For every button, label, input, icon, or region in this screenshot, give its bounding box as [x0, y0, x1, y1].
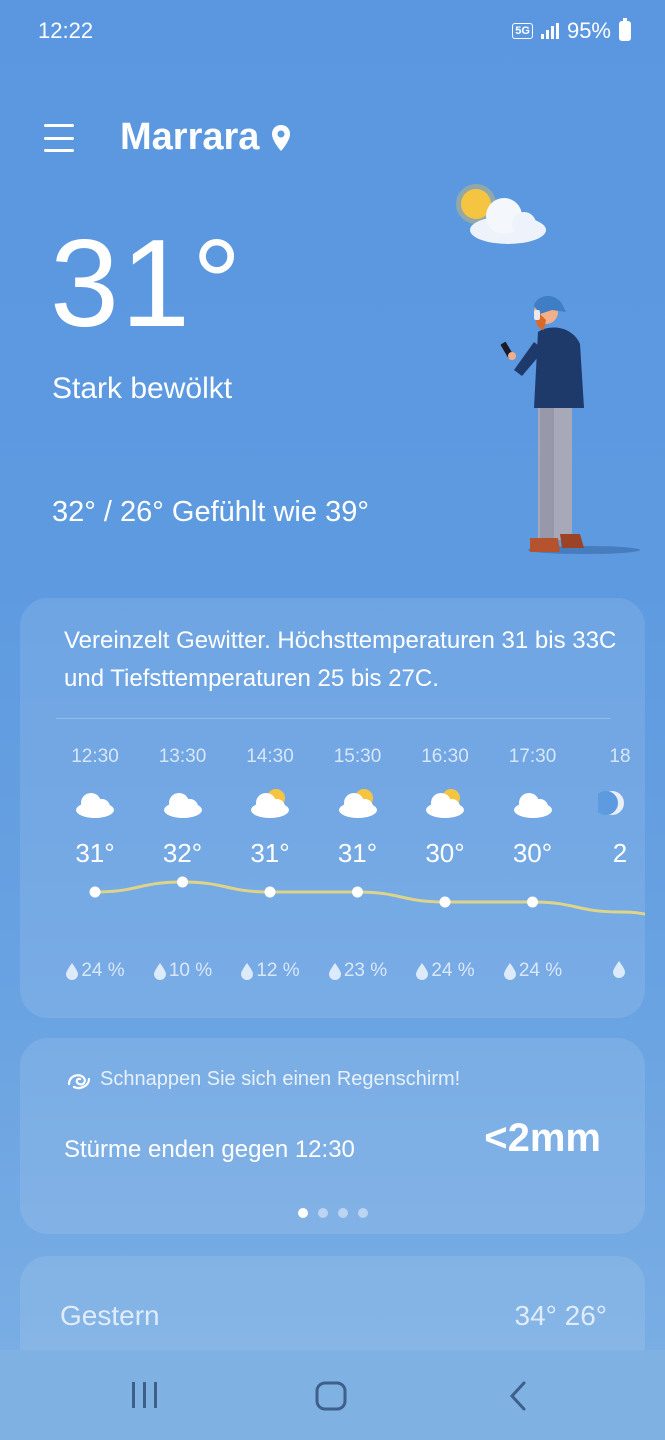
hour-rain-chance: 12 % [225, 960, 315, 982]
hour-rain-chance [575, 960, 645, 978]
high-low-feels-like: 32° / 26° Gefühlt wie 39° [52, 496, 369, 528]
recent-apps-button[interactable] [128, 1380, 162, 1410]
hour-rain-chance: 24 % [50, 960, 140, 982]
menu-line [44, 124, 74, 127]
temperature-point [264, 886, 276, 898]
rain-percent: 10 % [168, 960, 213, 981]
menu-button[interactable] [44, 124, 74, 152]
navigation-bar [0, 1350, 665, 1440]
status-icons: 5G 95% [512, 18, 631, 44]
umbrella-note-text: Schnappen Sie sich einen Regenschirm! [100, 1068, 461, 1090]
umbrella-note: Schnappen Sie sich einen Regenschirm! [66, 1068, 460, 1091]
rain-card[interactable]: Schnappen Sie sich einen Regenschirm! St… [20, 1038, 645, 1234]
location-name: Marrara [120, 116, 260, 158]
current-temperature: 31° [50, 215, 244, 353]
current-condition: Stark bewölkt [52, 372, 233, 405]
rain-amount: <2mm [484, 1116, 601, 1160]
sun-cloud-icon [456, 184, 546, 244]
back-button[interactable] [506, 1380, 530, 1412]
page-indicator[interactable] [20, 1208, 645, 1218]
home-button[interactable] [314, 1380, 348, 1412]
location-pin-icon [272, 124, 291, 151]
location-title[interactable]: Marrara [120, 116, 291, 159]
raindrop-icon [241, 963, 254, 980]
rain-percent: 24 % [431, 960, 475, 981]
wind-swirl-icon [67, 1073, 91, 1089]
menu-line [44, 149, 74, 152]
hourly-forecast[interactable]: 12:30 31° 13:30 32° 14:30 31° 15:30 31° 16:30 30°… [20, 746, 645, 1006]
person-illustration [500, 295, 640, 554]
yesterday-temps: 34° 26° [514, 1300, 607, 1331]
raindrop-icon [503, 963, 516, 980]
rain-percent: 23 % [343, 960, 388, 981]
raindrop-icon [613, 961, 625, 978]
storm-end-text: Stürme enden gegen 12:30 [64, 1136, 355, 1163]
yesterday-label: Gestern [60, 1300, 160, 1331]
page-dot[interactable] [317, 1208, 328, 1218]
hour-rain-chance: 10 % [138, 960, 228, 982]
page-dot[interactable] [297, 1208, 308, 1218]
forecast-card: Vereinzelt Gewitter. Höchsttemperaturen … [20, 598, 645, 1018]
temperature-point [89, 886, 101, 898]
raindrop-icon [153, 963, 166, 980]
raindrop-icon [416, 963, 429, 980]
divider [56, 718, 610, 719]
menu-line [44, 136, 74, 140]
forecast-summary: Vereinzelt Gewitter. Höchsttemperaturen … [64, 627, 617, 692]
hour-rain-chance: 24 % [400, 960, 490, 982]
page-dot[interactable] [357, 1208, 368, 1218]
temperature-point [527, 896, 538, 908]
raindrop-icon [328, 963, 341, 980]
network-5g-icon: 5G [512, 23, 533, 39]
temperature-point [177, 876, 188, 888]
signal-icon [540, 23, 559, 39]
temperature-point [352, 886, 363, 898]
page-dot[interactable] [337, 1208, 348, 1218]
status-time: 12:22 [38, 18, 94, 43]
temperature-curve [94, 880, 645, 916]
rain-percent: 24 % [81, 960, 125, 981]
rain-percent: 24 % [518, 960, 563, 981]
hour-rain-chance: 24 % [488, 960, 578, 982]
battery-percent: 95% [566, 18, 611, 43]
hour-rain-chance: 23 % [313, 960, 403, 982]
raindrop-icon [66, 963, 79, 980]
temperature-point [439, 896, 451, 908]
battery-charging-icon [619, 18, 631, 41]
rain-percent: 12 % [256, 960, 300, 981]
